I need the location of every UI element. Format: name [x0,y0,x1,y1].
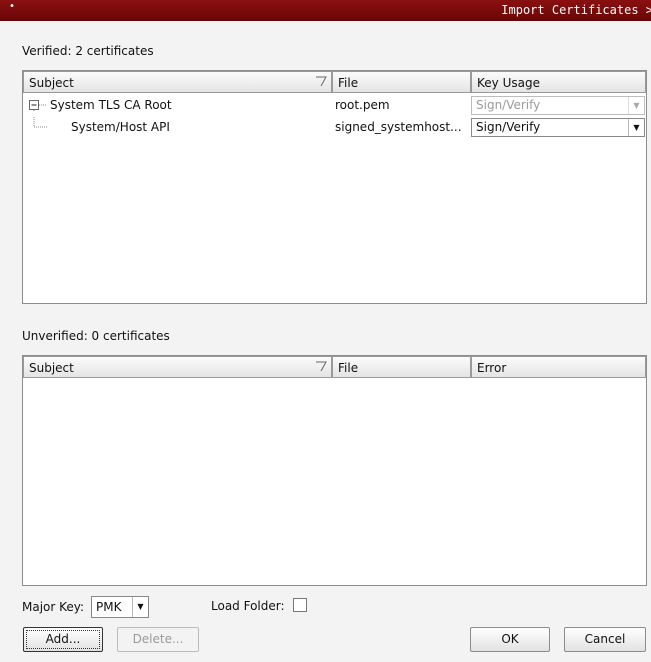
column-header-error-label: Error [477,361,507,375]
load-folder-label: Load Folder: [211,599,285,613]
chevron-down-icon: ▼ [628,97,644,114]
load-folder-checkbox[interactable] [293,598,307,612]
unverified-label: Unverified: 0 certificates [22,329,170,343]
table-row[interactable]: System TLS CA Root root.pem Sign/Verify … [23,95,646,117]
row-subject: System/Host API [71,120,170,134]
column-header-subject-label: Subject [29,361,74,375]
row-file: root.pem [335,98,390,112]
major-key-dropdown[interactable]: PMK ▼ [91,596,149,618]
sort-indicator-icon [316,361,327,372]
column-header-key-usage[interactable]: Key Usage [471,71,646,93]
chevron-down-icon[interactable]: ▼ [132,597,148,617]
column-header-error[interactable]: Error [471,356,646,378]
column-header-file-label: File [338,361,359,375]
title-bar: • Import Certificates > [0,0,651,21]
column-header-subject[interactable]: Subject [23,71,332,93]
ok-button[interactable]: OK [470,627,550,652]
sort-indicator-icon [316,76,327,87]
row-subject: System TLS CA Root [50,98,172,112]
column-header-subject[interactable]: Subject [23,356,332,378]
row-file: signed_systemhost... [335,120,462,134]
key-usage-dropdown[interactable]: Sign/Verify ▼ [471,118,645,137]
column-header-key-usage-label: Key Usage [477,76,540,90]
verified-table-header: Subject File Key Usage [23,71,646,95]
column-header-file[interactable]: File [332,356,471,378]
chevron-down-icon[interactable]: ▼ [628,119,644,136]
key-usage-dropdown: Sign/Verify ▼ [471,96,645,115]
major-key-label: Major Key: [22,600,85,614]
window-menu-icon[interactable]: • [9,1,15,12]
unverified-table-header: Subject File Error [23,356,646,380]
tree-connector-icon [39,104,47,106]
major-key-value: PMK [96,600,122,614]
window-title: Import Certificates > [501,3,651,17]
column-header-subject-label: Subject [29,76,74,90]
verified-table[interactable]: Subject File Key Usage System TLS CA Roo… [22,70,647,304]
add-button[interactable]: Add... [23,627,103,652]
delete-button: Delete... [117,627,199,652]
key-usage-value: Sign/Verify [476,120,541,134]
key-usage-value: Sign/Verify [476,98,541,112]
cancel-button[interactable]: Cancel [564,627,646,652]
unverified-table[interactable]: Subject File Error [22,355,647,586]
column-header-file[interactable]: File [332,71,471,93]
verified-label: Verified: 2 certificates [22,44,154,58]
table-row[interactable]: System/Host API signed_systemhost... Sig… [23,117,646,139]
column-header-file-label: File [338,76,359,90]
tree-connector-icon [33,117,47,128]
